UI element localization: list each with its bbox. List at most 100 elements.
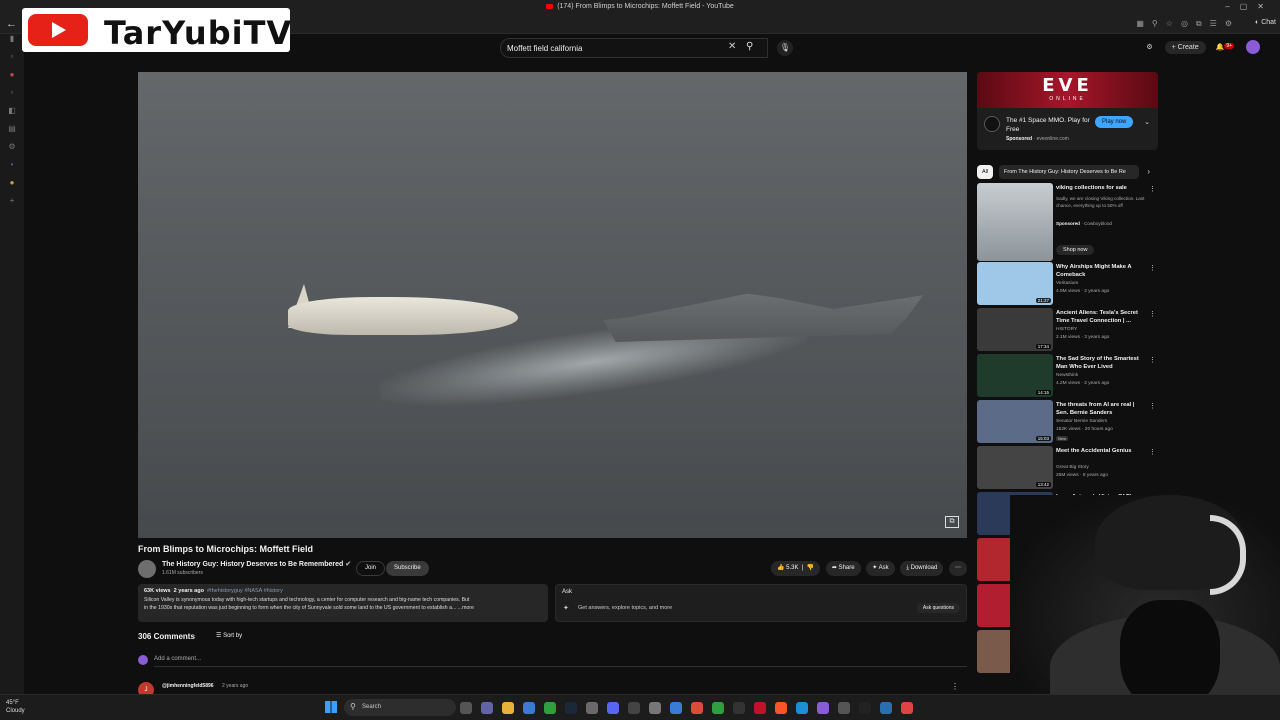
discord-icon[interactable] [607, 702, 619, 714]
sidebar-location-icon[interactable]: ● [0, 178, 24, 196]
search-icon[interactable]: ⚲ [746, 41, 753, 52]
miniplayer-icon[interactable]: ⧉ [945, 516, 959, 528]
more-options-icon[interactable]: ⋮ [1149, 185, 1156, 193]
video-thumbnail[interactable]: 21:27 [977, 262, 1053, 305]
chrome-icon[interactable] [691, 702, 703, 714]
video-thumbnail[interactable]: 13:42 [977, 446, 1053, 489]
rec-channel[interactable]: Newsthink [1056, 373, 1078, 378]
app4-icon[interactable] [670, 702, 682, 714]
rec-channel[interactable]: Senator Bernie Sanders [1056, 419, 1107, 424]
sidebar-media-icon[interactable]: ◧ [0, 106, 24, 124]
rec-title[interactable]: The threats from AI are real | Sen. Bern… [1056, 401, 1148, 417]
clear-search-icon[interactable]: ✕ [728, 41, 736, 52]
sidebar-add-icon[interactable]: + [0, 196, 24, 214]
recommendation-item[interactable]: 15:03 The threats from AI are real | Sen.… [977, 400, 1158, 444]
rec-channel[interactable]: Great Big Story [1056, 465, 1089, 470]
like-button[interactable]: 👍 5.3K | 👎 [770, 561, 821, 576]
app2-icon[interactable] [628, 702, 640, 714]
brave-icon[interactable] [775, 702, 787, 714]
window-controls[interactable]: –▢✕ [1225, 2, 1274, 11]
channel-name[interactable]: The History Guy: History Deserves to Be … [162, 560, 351, 568]
browser-toolbar-icons[interactable]: ▦⚲☆◎⧉☰⚙ [1136, 19, 1240, 29]
add-comment-row[interactable]: Add a comment... [138, 655, 967, 667]
app11-icon[interactable] [901, 702, 913, 714]
sidebar-app-icon[interactable]: ● [0, 70, 24, 88]
chat-button[interactable]: ◐ Chat [1255, 19, 1276, 26]
app7-icon[interactable] [817, 702, 829, 714]
app6-icon[interactable] [733, 702, 745, 714]
app-icon[interactable] [586, 702, 598, 714]
more-options-icon[interactable]: ⋮ [1149, 356, 1156, 364]
task-view-icon[interactable] [460, 702, 472, 714]
chevron-down-icon[interactable]: ⌄ [1144, 118, 1150, 126]
sidebar-dot-icon[interactable]: • [0, 160, 24, 178]
ask-questions-button[interactable]: Ask questions [916, 603, 960, 613]
comment-more-icon[interactable]: ⋮ [951, 682, 959, 691]
weather-widget[interactable]: 45°F Cloudy [6, 699, 25, 715]
sort-by-button[interactable]: ☰ Sort by [216, 632, 242, 639]
rec-title[interactable]: Why Airships Might Make A Comeback [1056, 263, 1148, 279]
rec-channel[interactable]: Veritasium [1056, 281, 1078, 286]
sidebar-tools-icon[interactable]: ⚙ [0, 142, 24, 160]
explorer-icon[interactable] [502, 702, 514, 714]
add-comment-input[interactable]: Add a comment... [154, 656, 201, 662]
opera-icon[interactable] [754, 702, 766, 714]
recommendation-item[interactable]: 14:15 The Sad Story of the Smartest Man W… [977, 354, 1158, 398]
account-avatar[interactable] [1246, 40, 1260, 54]
video-thumbnail[interactable]: 17:34 [977, 308, 1053, 351]
chevron-right-icon[interactable]: › [1147, 167, 1150, 176]
description-tags[interactable]: #thehistoryguy #NASA #history [207, 588, 283, 594]
video-player[interactable]: ⧉ [138, 72, 967, 538]
create-button[interactable]: + Create [1164, 40, 1206, 54]
sidebar-reader-icon[interactable]: ▫ [0, 88, 24, 106]
channel-avatar[interactable] [138, 560, 156, 578]
app8-icon[interactable] [838, 702, 850, 714]
microphone-icon[interactable]: 🎙 [777, 40, 793, 56]
app5-icon[interactable] [712, 702, 724, 714]
rec-title[interactable]: Ancient Aliens: Tesla's Secret Time Trav… [1056, 309, 1148, 325]
description-box[interactable]: 63K views 2 years ago #thehistoryguy #NA… [138, 584, 548, 622]
xbox-icon[interactable] [544, 702, 556, 714]
more-options-icon[interactable]: ⋮ [1149, 264, 1156, 272]
sidebar-tabs-icon[interactable]: ▮ [0, 34, 24, 52]
edge-icon[interactable] [796, 702, 808, 714]
steam-icon[interactable] [565, 702, 577, 714]
video-thumbnail[interactable]: 15:03 [977, 400, 1053, 443]
ask-button[interactable]: ✦ Ask [866, 561, 895, 576]
rec-channel[interactable]: HISTORY [1056, 327, 1077, 332]
video-thumbnail[interactable]: 14:15 [977, 354, 1053, 397]
recommendation-item[interactable]: 13:42 Meet the Accidental Genius Great Big… [977, 446, 1158, 490]
recommendation-item[interactable]: 21:27 Why Airships Might Make A Comeback V… [977, 262, 1158, 306]
sponsored-recommendation[interactable]: viking collections for sale Sadly, we ar… [977, 183, 1158, 261]
sidebar-notes-icon[interactable]: ▤ [0, 124, 24, 142]
sidebar-ad[interactable]: EVE ONLINE The #1 Space MMO. Play for Fr… [977, 72, 1158, 150]
chip-all[interactable]: All [977, 165, 994, 179]
ad-title[interactable]: The #1 Space MMO. Play for Free [1006, 116, 1091, 134]
chip-from-channel[interactable]: From The History Guy: History Deserves t… [999, 165, 1139, 179]
download-button[interactable]: ⤓ Download [900, 561, 944, 576]
more-options-icon[interactable]: ⋮ [1149, 310, 1156, 318]
subscribe-button[interactable]: Subscribe [386, 561, 429, 576]
sponsored-title[interactable]: viking collections for sale [1056, 184, 1148, 192]
ad-play-now-button[interactable]: Play now [1095, 116, 1134, 128]
rec-title[interactable]: The Sad Story of the Smartest Man Who Ev… [1056, 355, 1148, 371]
store-icon[interactable] [523, 702, 535, 714]
taskbar-search[interactable]: ⚲ Search [344, 699, 456, 716]
more-actions-icon[interactable]: ⋯ [949, 561, 967, 576]
app3-icon[interactable] [649, 702, 661, 714]
app9-icon[interactable] [859, 702, 871, 714]
more-options-icon[interactable]: ⋮ [1149, 402, 1156, 410]
sidebar-history-icon[interactable]: ▫ [0, 52, 24, 70]
recommendation-item[interactable]: 17:34 Ancient Aliens: Tesla's Secret Time… [977, 308, 1158, 352]
share-button[interactable]: ➦ Share [825, 561, 861, 576]
join-button[interactable]: Join [356, 561, 386, 576]
notifications-bell-icon[interactable]: 🔔 9+ [1216, 42, 1235, 51]
teams-icon[interactable] [481, 702, 493, 714]
more-options-icon[interactable]: ⋮ [1149, 448, 1156, 456]
sponsored-thumbnail[interactable] [977, 183, 1053, 261]
shop-now-button[interactable]: Shop now [1056, 245, 1095, 255]
back-arrow-icon[interactable]: ← [6, 18, 17, 30]
rec-title[interactable]: Meet the Accidental Genius [1056, 447, 1148, 455]
thumbs-down-icon[interactable]: 👎 [807, 565, 814, 571]
cast-icon[interactable]: ⚙ [1146, 44, 1152, 51]
